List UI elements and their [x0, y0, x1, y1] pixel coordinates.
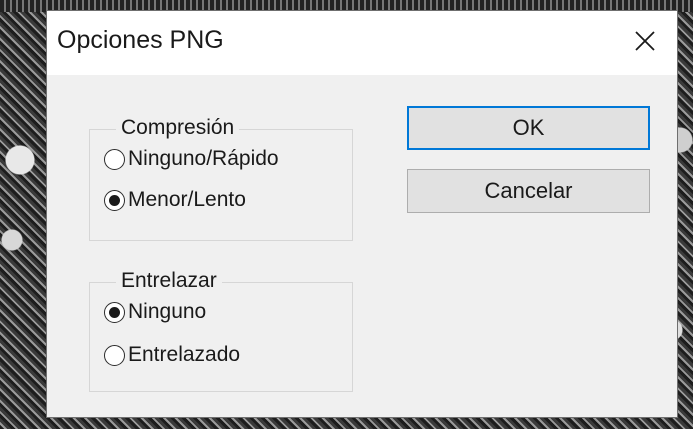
cancel-button[interactable]: Cancelar: [407, 169, 650, 213]
dialog-title: Opciones PNG: [57, 26, 224, 54]
radio-checked-icon: [104, 301, 125, 323]
radio-entrelazado[interactable]: Entrelazado: [104, 343, 240, 367]
radio-dot: [109, 306, 120, 318]
radio-dot: [109, 194, 120, 206]
radio-label: Ninguno: [128, 300, 207, 323]
radio-label: Menor/Lento: [128, 188, 246, 211]
title-bar[interactable]: Opciones PNG: [47, 11, 677, 75]
close-icon: [635, 31, 655, 51]
interlace-legend: Entrelazar: [116, 269, 222, 293]
radio-ninguno[interactable]: Ninguno: [104, 300, 206, 324]
png-options-dialog: Opciones PNG Compresión Ninguno/Rápido M…: [46, 10, 678, 418]
radio-unchecked-icon: [104, 148, 125, 170]
interlace-group: Entrelazar Ninguno Entrelazado: [89, 269, 353, 392]
ok-button[interactable]: OK: [407, 106, 650, 150]
radio-unchecked-icon: [104, 344, 125, 366]
compression-group: Compresión Ninguno/Rápido Menor/Lento: [89, 116, 353, 241]
radio-ninguno-rapido[interactable]: Ninguno/Rápido: [104, 147, 279, 171]
radio-label: Entrelazado: [128, 343, 241, 366]
radio-label: Ninguno/Rápido: [128, 147, 279, 170]
radio-checked-icon: [104, 189, 125, 211]
close-button[interactable]: [627, 23, 663, 59]
radio-menor-lento[interactable]: Menor/Lento: [104, 188, 246, 212]
compression-legend: Compresión: [116, 116, 240, 140]
